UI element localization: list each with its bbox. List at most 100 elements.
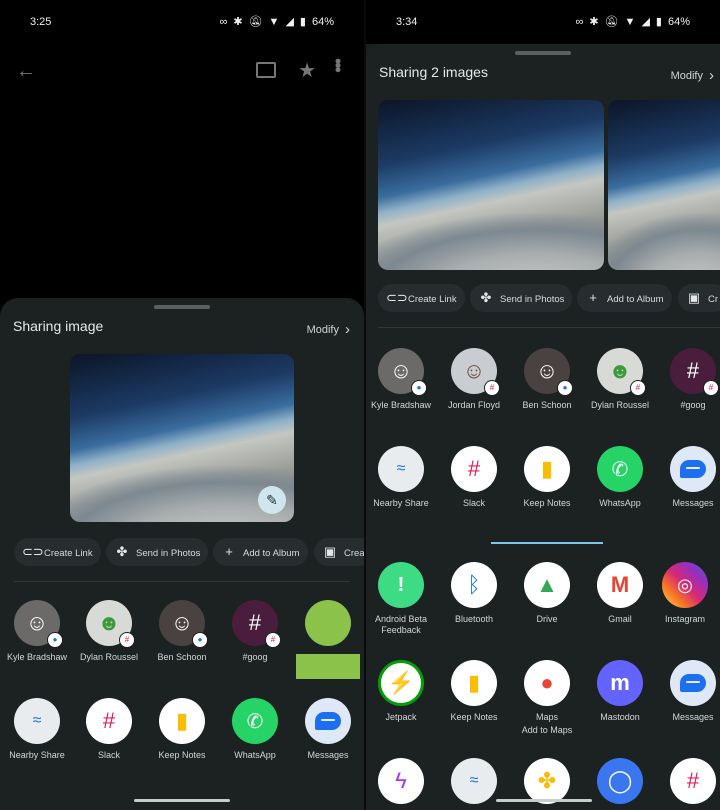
instagram-icon: ◎ [662,562,708,608]
person-target[interactable]: # # #goog [656,348,720,411]
drag-handle[interactable] [154,305,210,309]
person-target[interactable]: ☺ ● Kyle Bradshaw [366,348,438,411]
chevron-right-icon: › [345,321,350,338]
avatar: ☺ ● [14,600,63,648]
viewer-toolbar: ← ★ ••• [0,56,364,92]
send-in-photos-chip[interactable]: ✤ Send in Photos [106,538,209,566]
photos-pinwheel-icon: ✤ [524,758,570,804]
star-icon[interactable]: ★ [298,58,316,83]
person-target[interactable]: ☺ # Jordan Floyd [437,348,511,411]
person-target[interactable]: ☻ # Dylan Roussel [72,600,146,663]
gesture-bar[interactable] [496,799,592,802]
create-link-chip[interactable]: ⊂⊃Create Link [378,284,465,312]
app-target-nearby-share[interactable]: ≈ Nearby Share [366,446,438,509]
app-target-android-beta-feedback[interactable]: ! Android Beta Feedback [366,562,438,636]
app-target-messages[interactable]: Messages [291,698,364,761]
slack-icon: # [86,698,132,744]
person-target[interactable]: ☺ ● Ben Schoon [510,348,584,411]
app-target-maps[interactable]: ● Maps Add to Maps [510,660,584,736]
link-chip-icon: ⊂⊃ [22,544,44,559]
avatar: ☺ # [451,348,500,396]
shared-image-preview[interactable]: ✎ [70,354,294,522]
photos-pinwheel-icon: ✤ [116,544,128,559]
create-chip[interactable]: ▣ Crea [314,538,364,566]
action-chips: ⊂⊃Create Link ✤ Send in Photos + Add to Al… [366,284,720,312]
sheet-title: Sharing image [13,318,104,334]
person-target[interactable]: # # #goog [218,600,292,663]
person-target[interactable]: ☺ ● Ben Schoon [145,600,219,663]
cast-icon[interactable] [256,62,276,78]
scroll-indicator [491,542,603,544]
bluetooth-status-icon: ✱ [589,16,599,28]
nearby-share-icon: ≈ [14,698,60,744]
app-target-whatsapp[interactable]: ✆ WhatsApp [218,698,292,761]
person-target[interactable]: ☻ # Dylan Roussel [583,348,657,411]
app-target-messages[interactable]: Messages [656,446,720,509]
app-target-signal[interactable]: ◯ [583,758,657,804]
messages-badge-icon: ● [47,632,63,648]
drag-handle[interactable] [515,51,571,55]
app-target-slack[interactable]: # Slack [72,698,146,761]
right-screen: 3:34 ∞ ✱ 🔕︎ ▼ ◢ ▮ 64% Sharing 2 images M… [366,0,720,810]
app-target-keep-notes[interactable]: ▮ Keep Notes [510,446,584,509]
edit-pencil-icon[interactable]: ✎ [258,486,286,514]
avatar: ☻ # [597,348,646,396]
app-target-jetpack[interactable]: ⚡ Jetpack [366,660,438,723]
messenger-icon: ϟ [378,758,424,804]
whatsapp-icon: ✆ [232,698,278,744]
app-target-slack[interactable]: # Slack [437,446,511,509]
battery-icon: ▮ [655,16,662,28]
app-target-nearby-share[interactable]: ≈ [437,758,511,804]
gmail-icon: M [597,562,643,608]
app-target-keep-notes[interactable]: ▮ Keep Notes [437,660,511,723]
avatar: # # [232,600,281,648]
person-target[interactable]: ☺ ● Kyle Bradshaw [0,600,74,663]
app-target-messages[interactable]: Messages [656,660,720,723]
create-chip[interactable]: ▣ Cr [678,284,720,312]
link-icon: ∞ [219,16,228,28]
shared-image-preview-2[interactable] [608,100,720,270]
maps-icon: ● [524,660,570,706]
messages-icon [670,446,716,492]
add-to-album-chip[interactable]: + Add to Album [577,284,672,312]
app-target-drive[interactable]: ▲ Drive [510,562,584,625]
slack-badge-icon: # [630,380,646,396]
create-link-chip[interactable]: ⊂⊃Create Link [14,538,101,566]
divider [14,581,350,582]
app-target-gmail[interactable]: M Gmail [583,562,657,625]
signal-app-icon: ◯ [597,758,643,804]
more-options-icon[interactable]: ••• [327,58,348,71]
divider [378,327,720,328]
app-target-instagram[interactable]: ◎ Instagram [648,562,720,625]
gesture-bar[interactable] [134,799,230,802]
app-target-photos[interactable]: ✤ [510,758,584,804]
slack-badge-icon: # [265,632,281,648]
back-arrow-icon[interactable]: ← [16,60,36,83]
send-in-photos-chip[interactable]: ✤ Send in Photos [470,284,573,312]
share-sheet: Sharing image Modify › ✎ ⊂⊃Create Link ✤ S… [0,298,364,810]
app-target-keep-notes[interactable]: ▮ Keep Notes [145,698,219,761]
avatar: ☺ ● [378,348,427,396]
app-target-whatsapp[interactable]: ✆ WhatsApp [583,446,657,509]
nearby-share-icon: ≈ [378,446,424,492]
messages-badge-icon: ● [411,380,427,396]
signal-icon: ◢ [285,16,294,28]
shared-image-preview[interactable] [378,100,604,270]
left-screen: 3:25 ∞ ✱ 🔕︎ ▼ ◢ ▮ 64% ← ★ ••• Sharing im… [0,0,364,810]
modify-button[interactable]: Modify › [671,66,714,84]
app-target-slack[interactable]: # [656,758,720,804]
add-to-album-chip[interactable]: + Add to Album [213,538,308,566]
status-bar: 3:34 ∞ ✱ 🔕︎ ▼ ◢ ▮ 64% [366,0,720,44]
mute-icon: 🔕︎ [604,16,619,28]
app-target-mastodon[interactable]: m Mastodon [583,660,657,723]
app-target-bluetooth[interactable]: ᛒ Bluetooth [437,562,511,625]
album-icon: ▣ [323,544,337,559]
link-icon: ∞ [575,16,584,28]
drive-icon: ▲ [524,562,570,608]
bluetooth-icon: ᛒ [451,562,497,608]
status-bar: 3:25 ∞ ✱ 🔕︎ ▼ ◢ ▮ 64% [0,0,364,44]
app-target-nearby-share[interactable]: ≈ Nearby Share [0,698,74,761]
app-target-messenger[interactable]: ϟ [366,758,438,804]
modify-button[interactable]: Modify › [307,320,350,338]
battery-icon: ▮ [299,16,306,28]
